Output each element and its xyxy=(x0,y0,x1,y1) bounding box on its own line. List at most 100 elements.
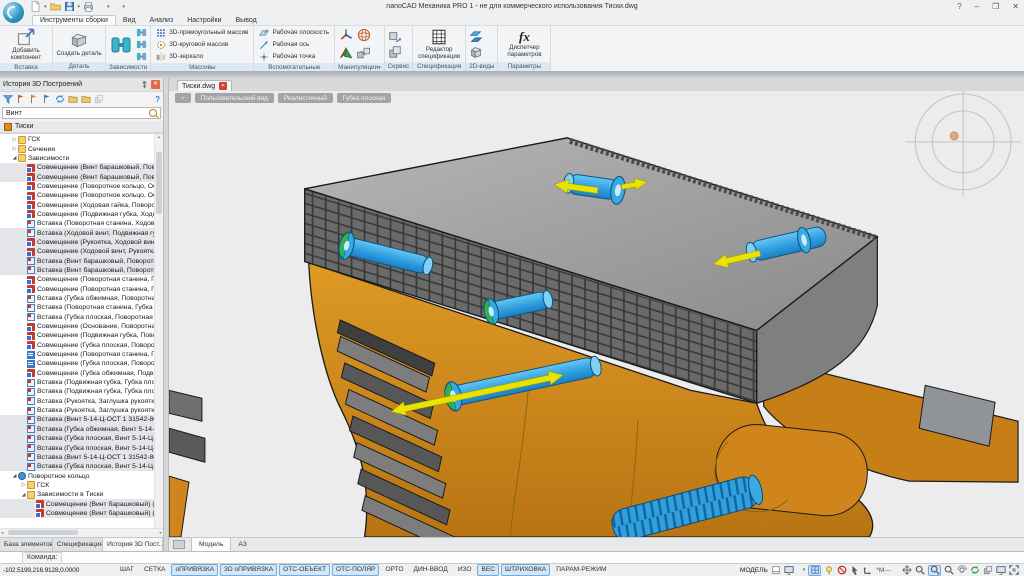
status-toggle-ШТРИХОВКА[interactable]: ШТРИХОВКА xyxy=(501,564,551,576)
tree-item[interactable]: Совмещение (Губка плоская, Поворот xyxy=(0,359,155,368)
tree-item[interactable]: Вставка (Винт 5-14-Ц-ОСТ 1 31542-80, Г xyxy=(0,452,155,463)
aux-button-0[interactable]: Рабочая плоскость xyxy=(257,27,331,38)
constraint-icon[interactable] xyxy=(109,33,133,57)
screen-icon[interactable] xyxy=(996,565,1006,575)
tree-item[interactable]: Совмещение (Поворотная станина, Гу xyxy=(0,285,155,294)
dropdown-caret-icon[interactable]: ▾ xyxy=(803,567,806,573)
zoom-icon[interactable] xyxy=(915,565,925,575)
view-control-1[interactable]: Пользовательский вид xyxy=(194,93,274,103)
no-entry-icon[interactable] xyxy=(837,565,847,575)
sphere-icon[interactable] xyxy=(356,27,372,43)
view-control-3[interactable]: Губка плоская xyxy=(336,93,392,103)
tree-item[interactable]: Совмещение (Винт барашковый) ( xyxy=(0,508,155,519)
tree-vertical-scrollbar[interactable]: ▲ xyxy=(154,134,163,528)
tree-item[interactable]: Совмещение (Ходовой винт, Рукоятка xyxy=(0,247,155,257)
tree-item[interactable]: Совмещение (Подвижная губка, Ходо xyxy=(0,210,155,220)
pin-icon[interactable] xyxy=(140,80,149,89)
pyramid-icon[interactable] xyxy=(338,45,354,61)
tree-item[interactable]: Совмещение (Винт барашковый, Пов xyxy=(0,172,155,182)
constraint-small-icon[interactable] xyxy=(136,27,147,38)
constraint-small-icon[interactable] xyxy=(136,39,147,50)
array-button-2[interactable]: 3D-зеркало xyxy=(154,51,250,62)
folder-add-icon[interactable] xyxy=(81,94,91,104)
status-toggle-ПАРАМ-РЕЖИМ[interactable]: ПАРАМ-РЕЖИМ xyxy=(552,564,610,576)
sheet-tab-1[interactable]: A3 xyxy=(231,538,253,551)
status-toggle-ОТС-ОБЪЕКТ[interactable]: ОТС-ОБЪЕКТ xyxy=(279,564,330,576)
create-part-button[interactable]: Создать деталь xyxy=(56,30,102,58)
add-component-button[interactable]: Добавить компонент xyxy=(3,27,49,62)
tree-item[interactable]: Совмещение (Губка плоская, Поворот xyxy=(0,341,155,350)
panel-close-icon[interactable]: ✕ xyxy=(151,80,160,89)
panel-tab-2[interactable]: История 3D Пост... xyxy=(103,538,163,551)
tree-item[interactable]: ▷ Сечения xyxy=(0,144,155,154)
view-box-icon[interactable] xyxy=(469,45,483,59)
tree-item[interactable]: Вставка (Рукоятка, Заглушка рукоятки xyxy=(0,406,155,415)
tree-item[interactable]: Вставка (Губка плоская, Поворотная с xyxy=(0,313,155,322)
panel-tab-1[interactable]: Спецификация xyxy=(53,538,104,551)
zoom-previous-icon[interactable] xyxy=(944,565,954,575)
flag-orange-icon[interactable] xyxy=(29,94,39,104)
annotation-scale[interactable]: *M--- xyxy=(876,567,891,574)
tree-item[interactable]: Вставка (Губка плоская, Винт 5-14-Ц-О xyxy=(0,462,155,472)
constraint-small-icon[interactable] xyxy=(136,51,147,62)
tree-horizontal-scrollbar[interactable]: ◂ ▸ xyxy=(0,528,163,537)
refresh-icon[interactable] xyxy=(55,94,65,104)
help-icon[interactable]: ? xyxy=(155,95,160,104)
search-icon[interactable] xyxy=(149,109,157,117)
navigation-wheel[interactable] xyxy=(905,91,1022,197)
sheet-tab-0[interactable]: Модель xyxy=(191,538,232,551)
minimize-button[interactable]: – xyxy=(975,2,979,11)
restore-button[interactable]: ❐ xyxy=(992,2,999,11)
tree-item[interactable]: Вставка (Губка плоская, Винт 5-14-Ц-О xyxy=(0,443,155,453)
bulb-icon[interactable] xyxy=(824,565,834,575)
tree-item[interactable]: Совмещение (Губка обжимная, Подв xyxy=(0,369,155,378)
tree-item[interactable]: Вставка (Рукоятка, Заглушка рукоятки xyxy=(0,397,155,406)
tree-item[interactable]: Совмещение (Ходовая гайка, Поворот xyxy=(0,200,155,210)
left-edge-parts[interactable] xyxy=(169,389,206,537)
status-toggle-ДИН-ВВОД[interactable]: ДИН-ВВОД xyxy=(409,564,451,576)
array-button-1[interactable]: 3D-круговой массив xyxy=(154,39,250,50)
tree-item[interactable]: Совмещение (Поворотное кольцо, Ос xyxy=(0,182,155,192)
view-control-0[interactable]: + xyxy=(175,93,191,103)
menu-tab-0[interactable]: Инструменты сборки xyxy=(32,15,116,25)
sheet-icon[interactable] xyxy=(771,565,781,575)
service-boxes-icon[interactable] xyxy=(388,45,402,59)
layers-icon[interactable] xyxy=(983,565,993,575)
cursor-icon[interactable] xyxy=(850,565,860,575)
command-line[interactable]: Команда: xyxy=(0,551,1024,563)
tree-item[interactable]: Вставка (Подвижная губка, Губка плос xyxy=(0,378,155,387)
menu-tab-3[interactable]: Настройки xyxy=(180,16,228,25)
tree-item[interactable]: Совмещение (Поворотная станина, Гу xyxy=(0,350,155,359)
tree-item[interactable]: ◢ Поворотное кольцо xyxy=(0,471,155,481)
view-control-2[interactable]: Реалистичный xyxy=(277,93,333,103)
sheet-stack-icon[interactable] xyxy=(173,540,185,549)
aux-button-1[interactable]: Рабочая ось xyxy=(257,39,331,50)
menu-tab-4[interactable]: Вывод xyxy=(229,16,264,25)
status-toggle-ОТС-ПОЛЯР[interactable]: ОТС-ПОЛЯР xyxy=(331,564,380,576)
status-toggle-СЕТКА[interactable]: СЕТКА xyxy=(140,564,169,576)
spec-editor-button[interactable]: Редактор спецификации xyxy=(416,28,462,61)
monitor-icon[interactable] xyxy=(784,565,794,575)
triad-icon[interactable] xyxy=(338,27,354,43)
flag-blue-icon[interactable] xyxy=(42,94,52,104)
tree-item[interactable]: Вставка (Винт 5-14-Ц-ОСТ 1 31542-80, Г xyxy=(0,415,155,425)
search-input[interactable]: Винт xyxy=(2,107,161,119)
flag-red-icon[interactable] xyxy=(16,94,26,104)
tree-root-item[interactable]: Тиски xyxy=(0,121,163,133)
tab-close-icon[interactable]: ✕ xyxy=(219,82,228,90)
aux-button-2[interactable]: Рабочая точка xyxy=(257,51,331,62)
param-manager-button[interactable]: fx Диспетчер параметров xyxy=(501,29,547,59)
tree-item[interactable]: Совмещение (Поворотная станина, П xyxy=(0,275,155,285)
move-boxes-icon[interactable] xyxy=(356,45,372,61)
tree-item[interactable]: ◢ Зависимости в Тиски xyxy=(0,490,155,499)
tree-item[interactable]: ▷ ГСК xyxy=(0,481,155,490)
document-tab[interactable]: Тиски.dwg ✕ xyxy=(177,80,233,91)
array-button-0[interactable]: 3D-прямоугольный массив xyxy=(154,27,250,38)
tree-item[interactable]: Вставка (Губка обжимная, Поворотна xyxy=(0,294,155,303)
tree-item[interactable]: Совмещение (Рукоятка, Ходовой винт xyxy=(0,237,155,248)
tree-item[interactable]: ◢ Зависимости xyxy=(0,154,155,163)
tree-item[interactable]: Совмещение (Подвижная губка, Пово xyxy=(0,331,155,341)
menu-tab-2[interactable]: Анализ xyxy=(143,16,181,25)
tree-item[interactable]: Вставка (Поворотная станина, Ходова xyxy=(0,219,155,228)
fullscreen-icon[interactable] xyxy=(1009,565,1019,575)
